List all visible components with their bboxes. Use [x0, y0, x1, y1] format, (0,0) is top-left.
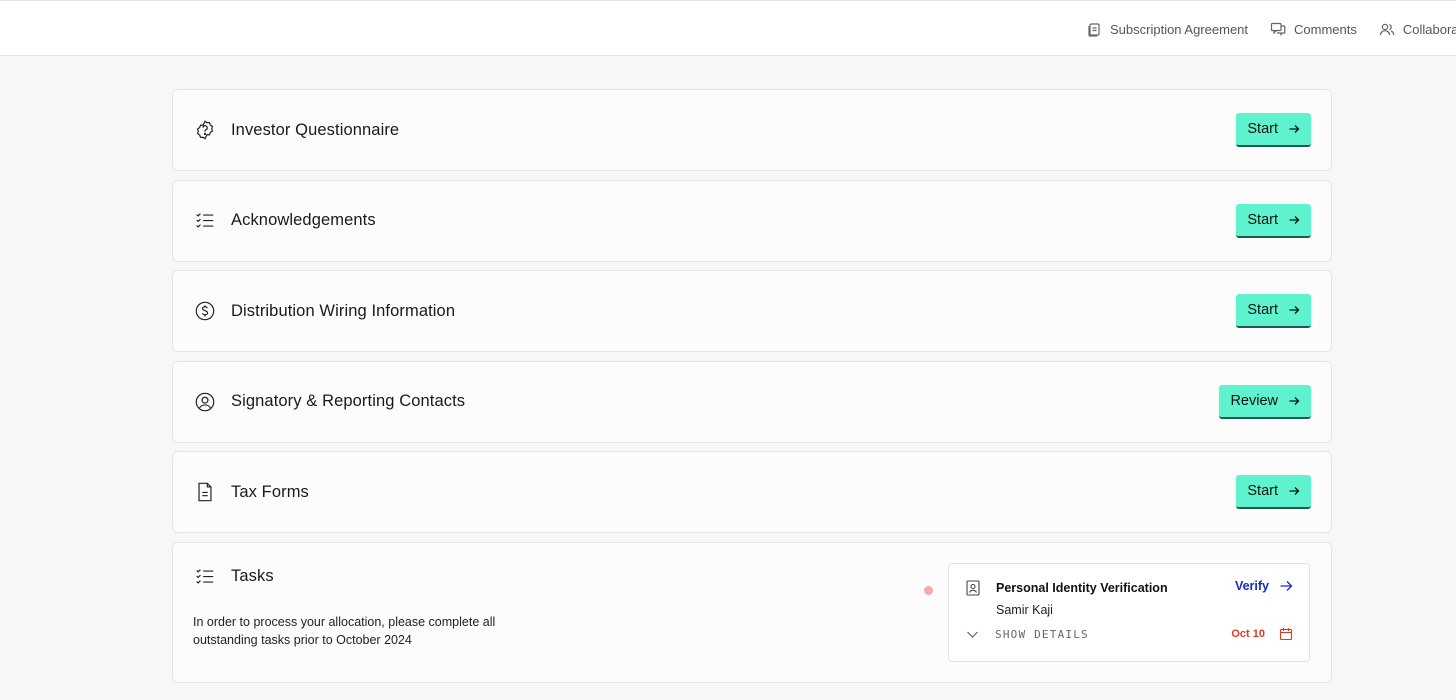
dollar-circle-icon	[193, 299, 217, 323]
nav-subscription-agreement[interactable]: Subscription Agreement	[1086, 21, 1248, 37]
button-label: Review	[1230, 392, 1278, 409]
section-tax-forms: Tax Forms Start	[172, 451, 1332, 533]
section-distribution-wiring: Distribution Wiring Information Start	[172, 270, 1332, 352]
button-label: Start	[1247, 121, 1278, 137]
arrow-right-icon	[1289, 396, 1300, 405]
section-signatory-contacts: Signatory & Reporting Contacts Review	[172, 360, 1332, 443]
start-button[interactable]: Start	[1236, 203, 1311, 238]
tasks-description: In order to process your allocation, ple…	[193, 614, 496, 647]
due-date-label: Oct 10	[1231, 627, 1265, 640]
section-tasks: Tasks In order to process your allocatio…	[172, 541, 1332, 683]
section-investor-questionnaire: Investor Questionnaire Start	[172, 89, 1332, 171]
show-details-toggle[interactable]: SHOW DETAILS	[966, 628, 1089, 641]
task-assignee: Samir Kaji	[996, 602, 1053, 617]
document-icon	[193, 480, 217, 504]
comments-icon	[1270, 22, 1286, 36]
section-title: Signatory & Reporting Contacts	[231, 392, 466, 410]
section-title: Distribution Wiring Information	[231, 301, 456, 320]
task-item-identity-verification: Personal Identity Verification Verify Sa…	[948, 562, 1310, 662]
nav-comments[interactable]: Comments	[1270, 21, 1357, 37]
start-button[interactable]: Start	[1236, 475, 1311, 509]
section-title: Acknowledgements	[231, 211, 376, 229]
calendar-icon	[1279, 627, 1293, 640]
arrow-right-icon	[1289, 306, 1300, 314]
badge-question-icon	[193, 118, 217, 142]
button-label: Start	[1247, 302, 1278, 318]
arrow-right-icon	[1280, 580, 1293, 591]
unread-dot	[924, 585, 933, 595]
verify-label: Verify	[1234, 578, 1269, 593]
nav-label: Comments	[1294, 21, 1357, 37]
due-date: Oct 10	[1231, 627, 1293, 641]
nav-collaborators[interactable]: Collaborators	[1379, 21, 1456, 37]
toggle-label: SHOW DETAILS	[995, 627, 1089, 641]
nav-label: Subscription Agreement	[1110, 21, 1249, 37]
checklist-icon	[193, 209, 217, 233]
top-nav: Subscription Agreement Comments Collabor…	[1086, 1, 1456, 55]
arrow-right-icon	[1289, 125, 1300, 133]
tasks-title: Tasks	[231, 567, 274, 585]
section-title: Investor Questionnaire	[231, 120, 400, 139]
top-bar: Subscription Agreement Comments Collabor…	[0, 0, 1456, 56]
review-button[interactable]: Review	[1219, 384, 1311, 419]
chevron-down-icon	[967, 631, 978, 638]
button-label: Start	[1247, 211, 1278, 228]
arrow-right-icon	[1289, 215, 1300, 224]
section-acknowledgements: Acknowledgements Start	[172, 179, 1332, 262]
main-content: Investor Questionnaire Start Acknowledge…	[172, 89, 1332, 683]
verify-link[interactable]: Verify	[1235, 579, 1293, 593]
start-button[interactable]: Start	[1236, 113, 1311, 147]
document-stack-icon	[1088, 23, 1100, 37]
arrow-right-icon	[1289, 487, 1300, 495]
task-title: Personal Identity Verification	[996, 580, 1168, 595]
user-circle-icon	[193, 390, 217, 414]
users-icon	[1379, 23, 1395, 36]
nav-label: Collaborators	[1402, 21, 1456, 37]
checklist-icon	[193, 565, 217, 589]
button-label: Start	[1247, 483, 1278, 499]
start-button[interactable]: Start	[1236, 294, 1311, 328]
id-badge-icon	[966, 579, 980, 596]
section-title: Tax Forms	[231, 482, 309, 501]
